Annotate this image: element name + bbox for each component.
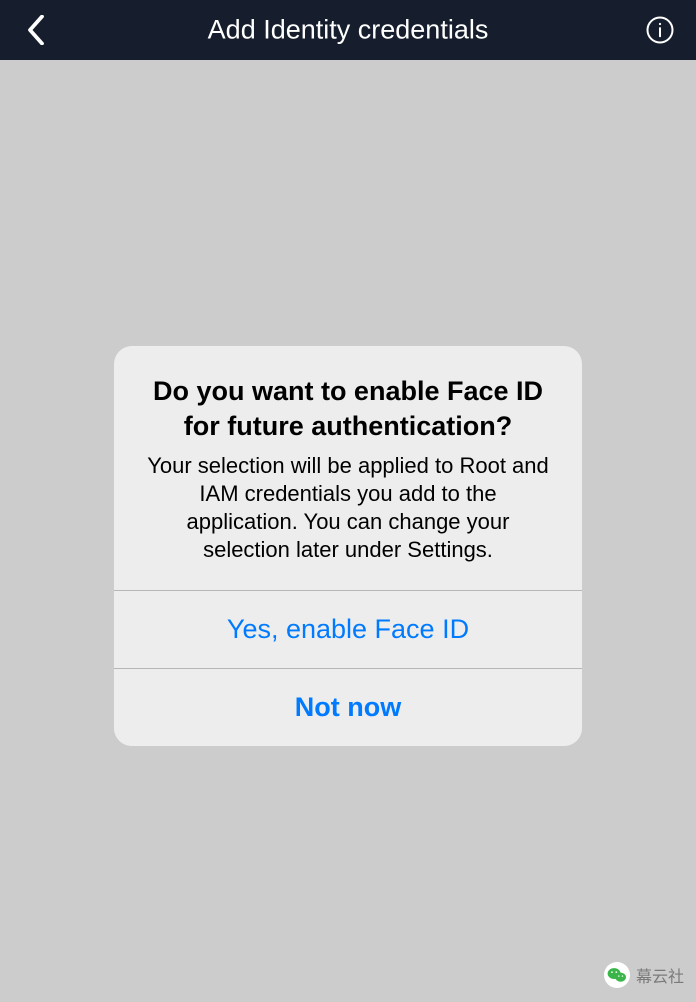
modal-overlay: Do you want to enable Face ID for future… [0,60,696,1002]
enable-faceid-button[interactable]: Yes, enable Face ID [114,590,582,668]
alert-actions: Yes, enable Face ID Not now [114,590,582,746]
alert-dialog: Do you want to enable Face ID for future… [114,346,582,747]
wechat-icon [604,962,630,988]
info-icon [645,15,675,45]
page-title: Add Identity credentials [208,15,489,46]
back-button[interactable] [16,10,56,50]
header-bar: Add Identity credentials [0,0,696,60]
alert-text-block: Do you want to enable Face ID for future… [114,346,582,591]
not-now-button[interactable]: Not now [114,668,582,746]
info-button[interactable] [640,10,680,50]
content-area: Do you want to enable Face ID for future… [0,60,696,1002]
chevron-left-icon [27,15,45,45]
watermark-text: 幕云社 [636,963,684,987]
watermark: 幕云社 [604,962,684,988]
alert-message: Your selection will be applied to Root a… [144,452,552,565]
alert-title: Do you want to enable Face ID for future… [144,374,552,444]
